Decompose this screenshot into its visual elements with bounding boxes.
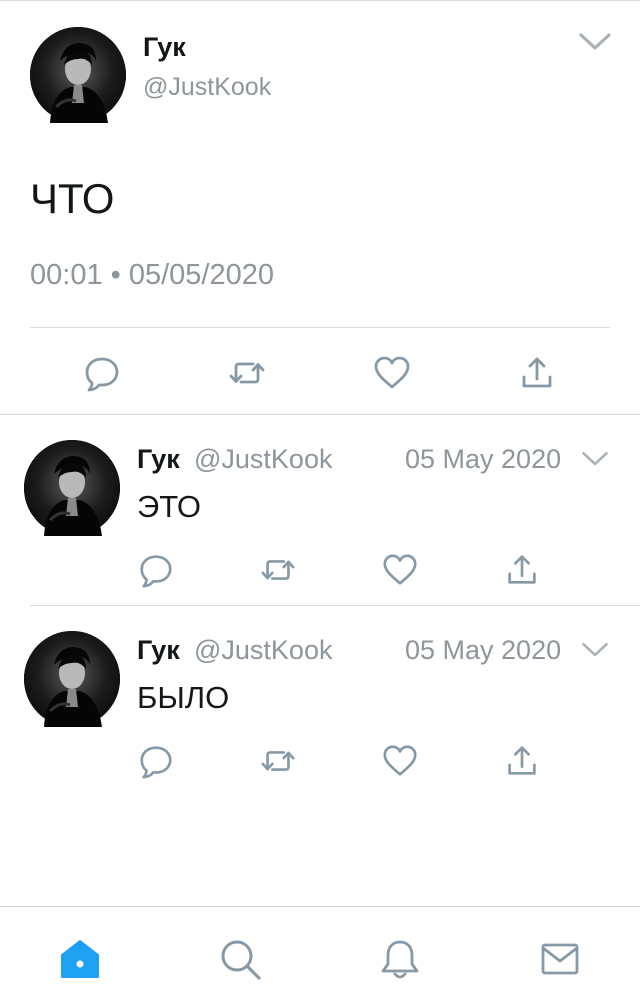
chevron-down-icon[interactable] xyxy=(581,641,609,659)
tweet-date: 05 May 2020 xyxy=(405,635,562,665)
avatar[interactable] xyxy=(24,440,120,536)
home-icon[interactable] xyxy=(58,937,102,981)
divider xyxy=(30,327,610,328)
author-handle[interactable]: @JustKook xyxy=(194,444,332,475)
reply-tweet[interactable]: Гук @JustKook 05 May 2020 БЫЛО xyxy=(0,607,640,797)
author-name[interactable]: Гук xyxy=(137,444,180,475)
tweet-date: 05 May 2020 xyxy=(405,444,562,474)
avatar[interactable] xyxy=(30,27,126,123)
messages-icon[interactable] xyxy=(538,937,582,981)
tweet-text: ЭТО xyxy=(137,489,201,524)
reply-tweet[interactable]: Гук @JustKook 05 May 2020 ЭТО xyxy=(0,416,640,606)
like-icon[interactable] xyxy=(381,551,419,589)
tweet-text: ЧТО xyxy=(30,175,115,222)
notifications-icon[interactable] xyxy=(378,937,422,981)
author-handle[interactable]: @JustKook xyxy=(194,635,332,666)
main-tweet: Гук @JustKook ЧТО 00:01 • 05/05/2020 xyxy=(0,0,640,415)
reply-icon[interactable] xyxy=(137,551,175,589)
search-icon[interactable] xyxy=(218,937,262,981)
reply-icon[interactable] xyxy=(82,353,122,393)
author-handle[interactable]: @JustKook xyxy=(143,73,271,102)
tweet-thread-screen: Гук @JustKook ЧТО 00:01 • 05/05/2020 Гук… xyxy=(0,0,640,1008)
retweet-icon[interactable] xyxy=(259,742,297,780)
chevron-down-icon[interactable] xyxy=(578,31,612,53)
retweet-icon[interactable] xyxy=(259,551,297,589)
divider xyxy=(30,605,640,606)
like-icon[interactable] xyxy=(372,353,412,393)
tweet-text: БЫЛО xyxy=(137,680,230,715)
like-icon[interactable] xyxy=(381,742,419,780)
author-name[interactable]: Гук xyxy=(137,635,180,666)
reply-icon[interactable] xyxy=(137,742,175,780)
author-name[interactable]: Гук xyxy=(143,32,186,63)
chevron-down-icon[interactable] xyxy=(581,450,609,468)
retweet-icon[interactable] xyxy=(227,353,267,393)
share-icon[interactable] xyxy=(517,353,557,393)
tweet-timestamp: 00:01 • 05/05/2020 xyxy=(30,259,274,291)
avatar[interactable] xyxy=(24,631,120,727)
share-icon[interactable] xyxy=(503,551,541,589)
bottom-tab-bar xyxy=(0,906,640,1008)
share-icon[interactable] xyxy=(503,742,541,780)
